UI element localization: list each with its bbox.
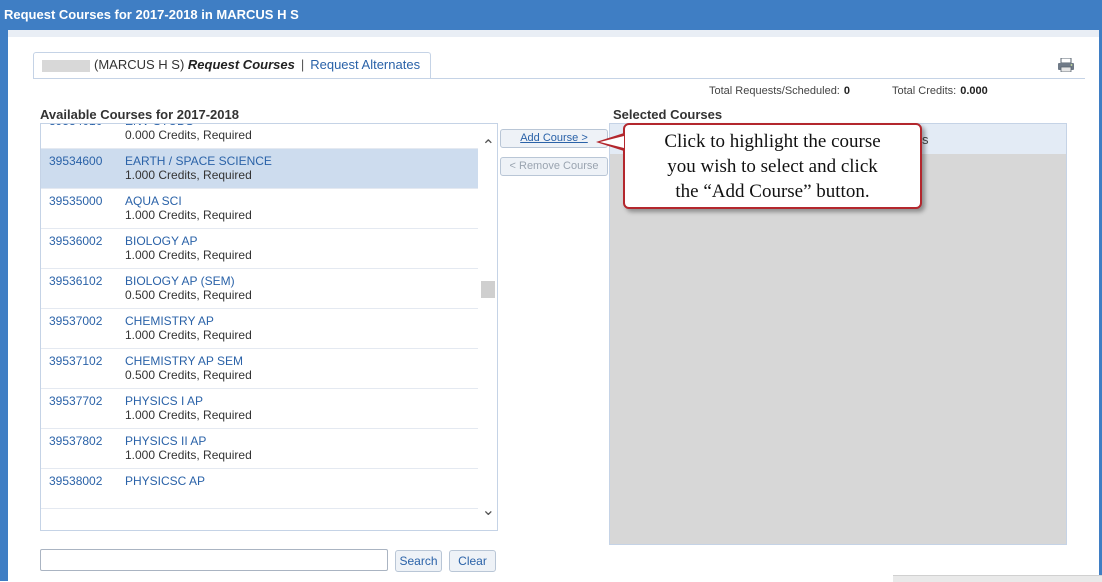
course-search-input[interactable] [40,549,388,571]
course-credits: 1.000 Credits, Required [125,408,252,422]
course-row[interactable]: 39534600 EARTH / SPACE SCIENCE 1.000 Credi… [41,149,478,189]
printer-icon[interactable] [1057,58,1075,72]
callout-line-1: Click to highlight the course [664,131,881,152]
instruction-callout: Click to highlight the course you wish t… [623,123,922,209]
tab-separator: | [300,57,305,72]
course-name: PHYSICS II AP [125,434,207,448]
total-requests-label: Total Requests/Scheduled: [709,85,840,97]
course-row[interactable]: 39536102 BIOLOGY AP (SEM) 0.500 Credits, R… [41,269,478,309]
course-code: 39534010 [49,124,102,128]
tab-request-courses[interactable]: Request Courses [188,57,295,72]
scroll-up-icon[interactable]: ⌃ [482,136,495,156]
course-row[interactable]: 39535000 AQUA SCI 1.000 Credits, Required [41,189,478,229]
selected-header-text: s [922,132,929,147]
total-credits: Total Credits: 0.000 [892,85,988,97]
course-row[interactable]: 39538002 PHYSICSC AP [41,469,478,509]
course-row[interactable]: 39537802 PHYSICS II AP 1.000 Credits, Requ… [41,429,478,469]
course-code: 39538002 [49,474,103,488]
course-code: 39537802 [49,434,103,448]
total-requests-value: 0 [843,85,850,97]
course-code: 39536002 [49,234,103,248]
course-name: BIOLOGY AP [125,234,198,248]
course-name: BIOLOGY AP (SEM) [125,274,235,288]
add-course-button[interactable]: Add Course > [500,129,608,148]
total-credits-value: 0.000 [960,85,988,97]
search-button[interactable]: Search [395,550,442,572]
course-code: 39536102 [49,274,103,288]
course-name: EARTH / SPACE SCIENCE [125,154,272,168]
tab-request-alternates[interactable]: Request Alternates [310,57,420,72]
student-name-redacted [42,59,90,72]
course-code: 39535000 [49,194,103,208]
available-courses-heading: Available Courses for 2017-2018 [40,107,239,122]
school-name: (MARCUS H S) [94,57,185,72]
tab-bar: (MARCUS H S) Request Courses | Request Alt… [33,52,432,79]
callout-line-3: the “Add Course” button. [675,181,870,202]
course-code: 39534600 [49,154,103,168]
course-code: 39537702 [49,394,103,408]
remove-course-button[interactable]: < Remove Course [500,157,608,176]
course-credits: 0.500 Credits, Required [125,288,252,302]
window-frame-left [0,30,8,581]
course-code: 39537102 [49,354,103,368]
clear-button[interactable]: Clear [449,550,496,572]
course-credits: 1.000 Credits, Required [125,208,252,222]
course-name: PHYSICSC AP [125,474,206,488]
total-requests: Total Requests/Scheduled: 0 [709,85,850,97]
course-row[interactable]: 39534010ENV STUDS0.000 Credits, Required [41,124,478,149]
course-row[interactable]: 39537102 CHEMISTRY AP SEM 0.500 Credits, R… [41,349,478,389]
course-name: CHEMISTRY AP SEM [125,354,244,368]
course-code: 39537002 [49,314,103,328]
course-name: AQUA SCI [125,194,182,208]
course-credits: 1.000 Credits, Required [125,328,252,342]
course-credits: 0.500 Credits, Required [125,368,252,382]
course-row[interactable]: 39536002 BIOLOGY AP 1.000 Credits, Require… [41,229,478,269]
course-row[interactable]: 39537002 CHEMISTRY AP 1.000 Credits, Requi… [41,309,478,349]
scroll-thumb[interactable] [481,281,495,298]
course-list-items: 39534010ENV STUDS0.000 Credits, Required… [41,124,478,509]
course-credits: 0.000 Credits, Required [125,128,252,142]
course-credits: 1.000 Credits, Required [125,248,252,262]
selected-courses-heading: Selected Courses [613,107,723,122]
window-frame-top [8,30,1099,37]
course-name: PHYSICS I AP [125,394,204,408]
window-title: Request Courses for 2017-2018 in MARCUS … [0,0,1102,30]
available-courses-list[interactable]: 39534010ENV STUDS0.000 Credits, Required… [40,123,498,531]
callout-tail-inner [600,136,624,148]
course-name: CHEMISTRY AP [125,314,214,328]
callout-line-2: you wish to select and click [667,156,878,177]
list-scrollbar[interactable]: ⌃ ⌄ [479,124,497,530]
scroll-down-icon[interactable]: ⌄ [482,500,495,520]
tab-underline [33,78,1085,79]
course-row[interactable]: 39537702 PHYSICS I AP 1.000 Credits, Requi… [41,389,478,429]
course-credits: 1.000 Credits, Required [125,168,252,182]
total-credits-label: Total Credits: [892,85,957,97]
course-credits: 1.000 Credits, Required [125,448,252,462]
